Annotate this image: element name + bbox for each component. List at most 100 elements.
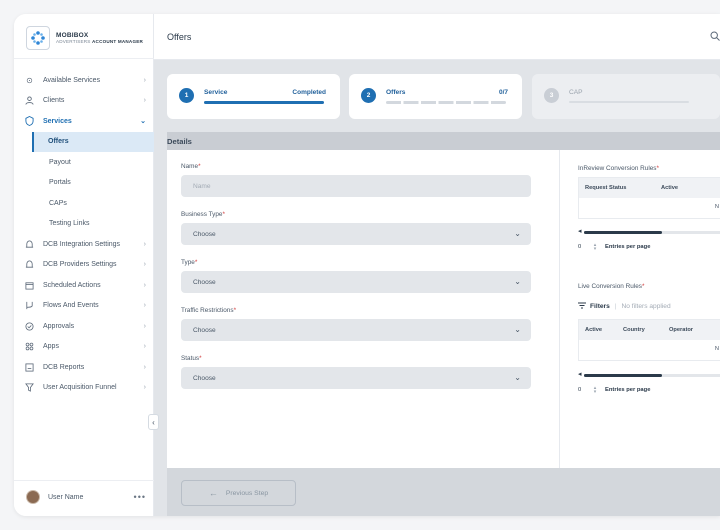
column-header[interactable]: Operator [663,327,693,333]
sidebar-item-scheduled-actions[interactable]: Scheduled Actions › [14,275,154,296]
chevron-right-icon: › [143,384,146,392]
sidebar-item-label: Apps [43,343,59,351]
stepper-icon[interactable]: ▴ ▾ [590,243,600,252]
sidebar-item-label: Flows And Events [43,302,99,310]
scroll-left-icon[interactable]: ◂ [578,370,582,378]
sidebar-item-label: Clients [43,97,65,105]
sidebar-item-dcb-reports[interactable]: DCB Reports › [14,357,154,378]
table-header: Active Country Operator [579,320,720,340]
sidebar-item-label: DCB Integration Settings [43,240,121,248]
horizontal-scrollbar[interactable]: ◂ [578,227,720,235]
main-content: Offers 1 Service Completed 2 Offers 0/7 … [154,14,720,516]
table-header: Request Status Active [579,178,720,198]
chevron-right-icon: › [143,261,146,269]
step-number: 1 [179,88,194,103]
stepper-icon[interactable]: ▴ ▾ [590,386,600,395]
user-icon [24,96,35,105]
user-name: User Name [48,493,84,501]
step-status: Completed [292,89,326,96]
step-cap[interactable]: 3 CAP [532,74,720,119]
sidebar-item-flows-and-events[interactable]: Flows And Events › [14,296,154,317]
shield-icon [24,116,35,127]
funnel-icon [24,383,35,393]
entries-count[interactable]: 0 [578,387,590,393]
chevron-right-icon: › [143,302,146,310]
select-value: Choose [193,374,216,382]
step-progress-bar [204,101,324,104]
sidebar-item-apps[interactable]: Apps › [14,337,154,358]
type-label: Type* [181,259,198,266]
sidebar-item-dcb-integration-settings[interactable]: DCB Integration Settings › [14,234,154,255]
sidebar-item-label: Payout [49,158,71,166]
sidebar-item-user-acquisition-funnel[interactable]: User Acquisition Funnel › [14,378,154,399]
sidebar-item-payout[interactable]: Payout [14,152,154,173]
more-options-icon[interactable]: ••• [134,492,146,502]
name-input[interactable]: Name [181,175,531,197]
sidebar-item-label: User Acquisition Funnel [43,384,117,392]
previous-step-button[interactable]: ← Previous Step [181,480,296,506]
chevron-down-icon: ⌄ [514,277,521,286]
step-title: Offers [386,89,406,96]
business-type-label: Business Type* [181,211,225,218]
step-title: CAP [569,89,583,96]
filters-status: No filters applied [621,303,671,310]
check-circle-icon [24,322,35,331]
sidebar-item-available-services[interactable]: ⊙ Available Services › [14,70,154,91]
step-title: Service [204,89,228,96]
sidebar-item-offers[interactable]: Offers [32,131,154,152]
scroll-thumb[interactable] [584,374,662,377]
divider [14,58,154,59]
sidebar: MOBIBOX ADVERTISERS ACCOUNT MANAGER ⊙ Av… [14,14,154,516]
app-frame: MOBIBOX ADVERTISERS ACCOUNT MANAGER ⊙ Av… [14,14,720,516]
collapse-sidebar-button[interactable]: ‹ [148,414,159,430]
sidebar-item-testing-links[interactable]: Testing Links [14,214,154,235]
search-icon[interactable] [710,31,720,44]
sidebar-item-caps[interactable]: CAPs [14,193,154,214]
scroll-thumb[interactable] [584,231,662,234]
type-select[interactable]: Choose ⌄ [181,271,531,293]
bottom-action-bar: ← Previous Step [167,468,720,516]
column-header[interactable]: Request Status [579,185,655,191]
chevron-down-icon: ⌄ [514,373,521,382]
horizontal-scrollbar[interactable]: ◂ [578,370,720,378]
target-icon: ⊙ [26,75,33,85]
scroll-left-icon[interactable]: ◂ [578,227,582,235]
chevron-down-icon: ⌄ [514,229,521,238]
sidebar-item-dcb-providers-settings[interactable]: DCB Providers Settings › [14,255,154,276]
entries-label: Entries per page [605,387,651,393]
traffic-restrictions-select[interactable]: Choose ⌄ [181,319,531,341]
business-type-select[interactable]: Choose ⌄ [181,223,531,245]
inreview-rules-table: Request Status Active N [578,177,720,219]
brand-logo[interactable]: MOBIBOX ADVERTISERS ACCOUNT MANAGER [26,26,143,50]
sidebar-item-label: Portals [49,179,71,187]
sidebar-item-label: Available Services [43,76,101,84]
filters-bar[interactable]: Filters | No filters applied [578,302,671,311]
sidebar-item-label: Approvals [43,322,75,330]
divider [14,480,154,481]
entries-label: Entries per page [605,244,651,250]
column-header[interactable]: Country [617,327,663,333]
sidebar-item-services[interactable]: Services ⌄ [14,111,154,132]
bell-icon [24,260,35,269]
sidebar-item-label: CAPs [49,199,67,207]
brand-name: MOBIBOX [56,32,89,39]
top-bar: Offers [154,14,720,60]
sidebar-item-label: Testing Links [49,220,90,228]
sidebar-item-clients[interactable]: Clients › [14,91,154,112]
step-service[interactable]: 1 Service Completed [167,74,340,119]
column-header[interactable]: Active [579,327,617,333]
details-form: Name* Name Business Type* Choose ⌄ Type*… [167,150,559,468]
avatar [26,490,40,504]
column-header[interactable]: Active [655,185,678,191]
chevron-down-icon: ⌄ [514,325,521,334]
step-offers[interactable]: 2 Offers 0/7 [349,74,522,119]
step-number: 2 [361,88,376,103]
status-select[interactable]: Choose ⌄ [181,367,531,389]
sidebar-item-portals[interactable]: Portals [14,173,154,194]
entries-count[interactable]: 0 [578,244,590,250]
divider: | [614,303,617,310]
chevron-right-icon: › [143,97,146,105]
sidebar-item-approvals[interactable]: Approvals › [14,316,154,337]
user-profile[interactable]: User Name ••• [26,490,146,504]
no-data-text: N [714,346,719,352]
